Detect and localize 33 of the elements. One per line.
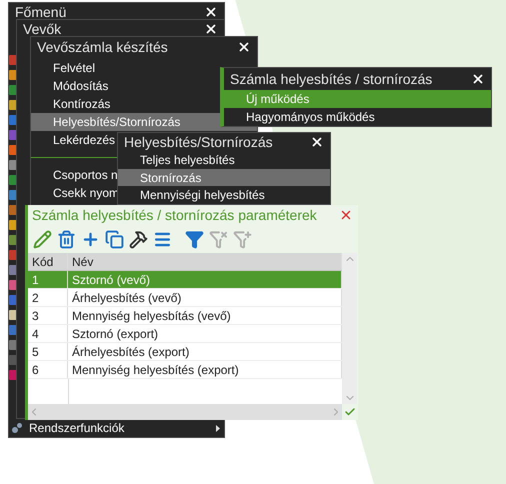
table-row[interactable]: 1 Sztornó (vevő): [28, 271, 342, 289]
column-header[interactable]: Kód: [28, 253, 68, 270]
table-cell: 3: [28, 307, 68, 324]
menu-title: Vevők: [23, 20, 62, 36]
table-row[interactable]: 3 Mennyiség helyesbítás (vevő): [28, 307, 342, 325]
menu-item[interactable]: Teljes helyesbítés: [118, 151, 330, 169]
check-icon[interactable]: [344, 406, 356, 418]
menu-item[interactable]: Mennyiségi helyesbítés: [118, 186, 330, 204]
table-row[interactable]: 2 Árhelyesbítés (vevő): [28, 289, 342, 307]
close-button[interactable]: [310, 135, 324, 149]
table-cell: 2: [28, 289, 68, 306]
edit-icon[interactable]: [31, 228, 53, 250]
menu-title: Helyesbítés/Stornírozás: [124, 134, 273, 150]
table-cell: 5: [28, 343, 68, 360]
table-cell: 1: [28, 271, 68, 288]
table-row[interactable]: 5 Árhelyesbítés (export): [28, 343, 342, 361]
close-button[interactable]: [237, 40, 251, 54]
close-button[interactable]: [204, 22, 218, 36]
menu-title: Számla helyesbítés / stornírozás: [230, 71, 432, 87]
menu-title: Főmenü: [15, 4, 66, 20]
menu-item[interactable]: Rendszerfunkciók: [29, 421, 220, 435]
menu-item[interactable]: Stornírozás: [118, 168, 330, 186]
submenu-arrow-icon: [216, 424, 220, 432]
copy-icon[interactable]: [103, 228, 125, 250]
table-cell: 4: [28, 325, 68, 342]
table-row[interactable]: 4 Sztornó (export): [28, 325, 342, 343]
menu-title: Vevőszámla készítés: [37, 39, 168, 55]
table-row[interactable]: 6 Mennyiség helyesbítés (export): [28, 361, 342, 379]
close-button[interactable]: [204, 4, 218, 18]
close-button[interactable]: [471, 72, 485, 86]
menu-item[interactable]: Új működés: [224, 90, 491, 108]
table-cell: 6: [28, 361, 68, 378]
dialog-title: Számla helyesbítés / stornírozás paraméterek: [32, 207, 317, 223]
